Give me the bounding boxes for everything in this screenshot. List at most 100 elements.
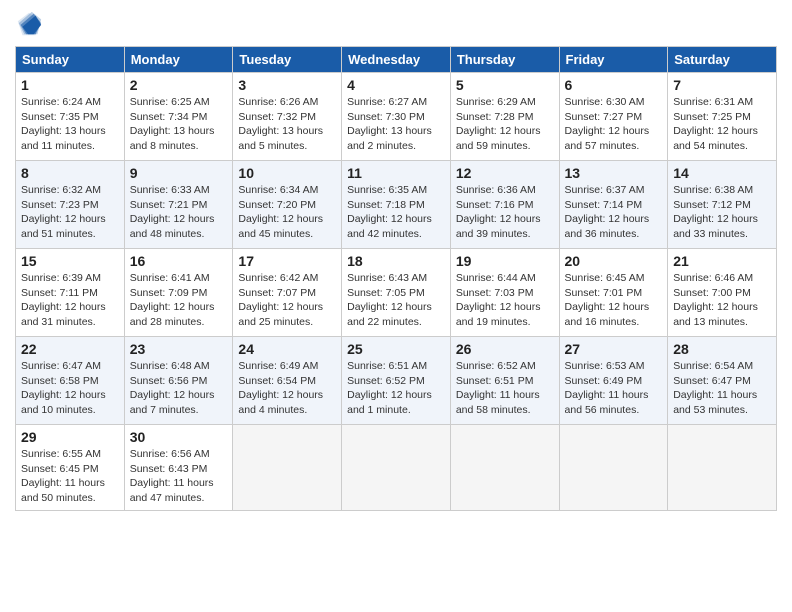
day-detail: Sunrise: 6:33 AM Sunset: 7:21 PM Dayligh… [130, 183, 228, 242]
calendar-cell [233, 425, 342, 511]
day-number: 30 [130, 429, 228, 445]
logo [15, 10, 47, 38]
calendar-cell: 26 Sunrise: 6:52 AM Sunset: 6:51 PM Dayli… [450, 337, 559, 425]
calendar-cell [668, 425, 777, 511]
day-detail: Sunrise: 6:55 AM Sunset: 6:45 PM Dayligh… [21, 447, 119, 506]
calendar-week-row: 29 Sunrise: 6:55 AM Sunset: 6:45 PM Dayli… [16, 425, 777, 511]
weekday-header-saturday: Saturday [668, 47, 777, 73]
day-detail: Sunrise: 6:41 AM Sunset: 7:09 PM Dayligh… [130, 271, 228, 330]
calendar-cell: 24 Sunrise: 6:49 AM Sunset: 6:54 PM Dayli… [233, 337, 342, 425]
day-number: 18 [347, 253, 445, 269]
calendar-header-row: SundayMondayTuesdayWednesdayThursdayFrid… [16, 47, 777, 73]
day-detail: Sunrise: 6:34 AM Sunset: 7:20 PM Dayligh… [238, 183, 336, 242]
day-number: 20 [565, 253, 663, 269]
calendar-cell: 11 Sunrise: 6:35 AM Sunset: 7:18 PM Dayli… [342, 161, 451, 249]
calendar-cell: 15 Sunrise: 6:39 AM Sunset: 7:11 PM Dayli… [16, 249, 125, 337]
calendar-cell: 2 Sunrise: 6:25 AM Sunset: 7:34 PM Daylig… [124, 73, 233, 161]
day-detail: Sunrise: 6:53 AM Sunset: 6:49 PM Dayligh… [565, 359, 663, 418]
day-detail: Sunrise: 6:32 AM Sunset: 7:23 PM Dayligh… [21, 183, 119, 242]
day-detail: Sunrise: 6:36 AM Sunset: 7:16 PM Dayligh… [456, 183, 554, 242]
day-number: 8 [21, 165, 119, 181]
day-number: 22 [21, 341, 119, 357]
calendar-cell: 19 Sunrise: 6:44 AM Sunset: 7:03 PM Dayli… [450, 249, 559, 337]
calendar-cell: 29 Sunrise: 6:55 AM Sunset: 6:45 PM Dayli… [16, 425, 125, 511]
day-number: 15 [21, 253, 119, 269]
page-header [15, 10, 777, 38]
day-number: 25 [347, 341, 445, 357]
calendar-week-row: 22 Sunrise: 6:47 AM Sunset: 6:58 PM Dayli… [16, 337, 777, 425]
calendar-cell: 25 Sunrise: 6:51 AM Sunset: 6:52 PM Dayli… [342, 337, 451, 425]
day-number: 21 [673, 253, 771, 269]
day-number: 24 [238, 341, 336, 357]
day-number: 12 [456, 165, 554, 181]
weekday-header-thursday: Thursday [450, 47, 559, 73]
day-detail: Sunrise: 6:47 AM Sunset: 6:58 PM Dayligh… [21, 359, 119, 418]
day-number: 3 [238, 77, 336, 93]
day-number: 11 [347, 165, 445, 181]
calendar-cell: 5Sunrise: 6:29 AM Sunset: 7:28 PM Daylig… [450, 73, 559, 161]
day-detail: Sunrise: 6:48 AM Sunset: 6:56 PM Dayligh… [130, 359, 228, 418]
day-number: 29 [21, 429, 119, 445]
calendar-cell: 3 Sunrise: 6:26 AM Sunset: 7:32 PM Daylig… [233, 73, 342, 161]
calendar-cell: 6 Sunrise: 6:30 AM Sunset: 7:27 PM Daylig… [559, 73, 668, 161]
calendar-cell: 20 Sunrise: 6:45 AM Sunset: 7:01 PM Dayli… [559, 249, 668, 337]
calendar-cell: 27Sunrise: 6:53 AM Sunset: 6:49 PM Dayli… [559, 337, 668, 425]
day-number: 9 [130, 165, 228, 181]
day-number: 2 [130, 77, 228, 93]
day-detail: Sunrise: 6:54 AM Sunset: 6:47 PM Dayligh… [673, 359, 771, 418]
calendar-cell [559, 425, 668, 511]
day-number: 6 [565, 77, 663, 93]
calendar-cell: 8 Sunrise: 6:32 AM Sunset: 7:23 PM Daylig… [16, 161, 125, 249]
calendar-cell: 23 Sunrise: 6:48 AM Sunset: 6:56 PM Dayli… [124, 337, 233, 425]
day-detail: Sunrise: 6:51 AM Sunset: 6:52 PM Dayligh… [347, 359, 445, 418]
weekday-header-sunday: Sunday [16, 47, 125, 73]
day-detail: Sunrise: 6:35 AM Sunset: 7:18 PM Dayligh… [347, 183, 445, 242]
day-detail: Sunrise: 6:30 AM Sunset: 7:27 PM Dayligh… [565, 95, 663, 154]
calendar-cell: 22 Sunrise: 6:47 AM Sunset: 6:58 PM Dayli… [16, 337, 125, 425]
calendar-cell: 14Sunrise: 6:38 AM Sunset: 7:12 PM Dayli… [668, 161, 777, 249]
day-number: 4 [347, 77, 445, 93]
calendar-cell: 4Sunrise: 6:27 AM Sunset: 7:30 PM Daylig… [342, 73, 451, 161]
day-detail: Sunrise: 6:56 AM Sunset: 6:43 PM Dayligh… [130, 447, 228, 506]
day-detail: Sunrise: 6:49 AM Sunset: 6:54 PM Dayligh… [238, 359, 336, 418]
calendar-cell: 16 Sunrise: 6:41 AM Sunset: 7:09 PM Dayli… [124, 249, 233, 337]
day-number: 13 [565, 165, 663, 181]
day-detail: Sunrise: 6:45 AM Sunset: 7:01 PM Dayligh… [565, 271, 663, 330]
weekday-header-tuesday: Tuesday [233, 47, 342, 73]
calendar-cell: 17 Sunrise: 6:42 AM Sunset: 7:07 PM Dayli… [233, 249, 342, 337]
calendar-week-row: 8 Sunrise: 6:32 AM Sunset: 7:23 PM Daylig… [16, 161, 777, 249]
calendar-cell: 9 Sunrise: 6:33 AM Sunset: 7:21 PM Daylig… [124, 161, 233, 249]
weekday-header-monday: Monday [124, 47, 233, 73]
day-detail: Sunrise: 6:39 AM Sunset: 7:11 PM Dayligh… [21, 271, 119, 330]
logo-icon [15, 10, 43, 38]
day-number: 19 [456, 253, 554, 269]
calendar-cell: 7Sunrise: 6:31 AM Sunset: 7:25 PM Daylig… [668, 73, 777, 161]
calendar-cell: 13Sunrise: 6:37 AM Sunset: 7:14 PM Dayli… [559, 161, 668, 249]
calendar-table: SundayMondayTuesdayWednesdayThursdayFrid… [15, 46, 777, 511]
day-detail: Sunrise: 6:52 AM Sunset: 6:51 PM Dayligh… [456, 359, 554, 418]
day-number: 1 [21, 77, 119, 93]
day-detail: Sunrise: 6:44 AM Sunset: 7:03 PM Dayligh… [456, 271, 554, 330]
day-number: 10 [238, 165, 336, 181]
day-number: 16 [130, 253, 228, 269]
day-number: 14 [673, 165, 771, 181]
day-number: 17 [238, 253, 336, 269]
day-number: 23 [130, 341, 228, 357]
day-number: 26 [456, 341, 554, 357]
day-detail: Sunrise: 6:43 AM Sunset: 7:05 PM Dayligh… [347, 271, 445, 330]
calendar-cell [342, 425, 451, 511]
day-detail: Sunrise: 6:42 AM Sunset: 7:07 PM Dayligh… [238, 271, 336, 330]
weekday-header-friday: Friday [559, 47, 668, 73]
day-detail: Sunrise: 6:46 AM Sunset: 7:00 PM Dayligh… [673, 271, 771, 330]
day-number: 28 [673, 341, 771, 357]
day-detail: Sunrise: 6:26 AM Sunset: 7:32 PM Dayligh… [238, 95, 336, 154]
calendar-cell: 21 Sunrise: 6:46 AM Sunset: 7:00 PM Dayli… [668, 249, 777, 337]
day-detail: Sunrise: 6:29 AM Sunset: 7:28 PM Dayligh… [456, 95, 554, 154]
day-detail: Sunrise: 6:25 AM Sunset: 7:34 PM Dayligh… [130, 95, 228, 154]
calendar-cell: 1 Sunrise: 6:24 AM Sunset: 7:35 PM Daylig… [16, 73, 125, 161]
day-detail: Sunrise: 6:24 AM Sunset: 7:35 PM Dayligh… [21, 95, 119, 154]
calendar-week-row: 15 Sunrise: 6:39 AM Sunset: 7:11 PM Dayli… [16, 249, 777, 337]
calendar-cell: 30 Sunrise: 6:56 AM Sunset: 6:43 PM Dayli… [124, 425, 233, 511]
day-detail: Sunrise: 6:31 AM Sunset: 7:25 PM Dayligh… [673, 95, 771, 154]
calendar-cell: 12 Sunrise: 6:36 AM Sunset: 7:16 PM Dayli… [450, 161, 559, 249]
